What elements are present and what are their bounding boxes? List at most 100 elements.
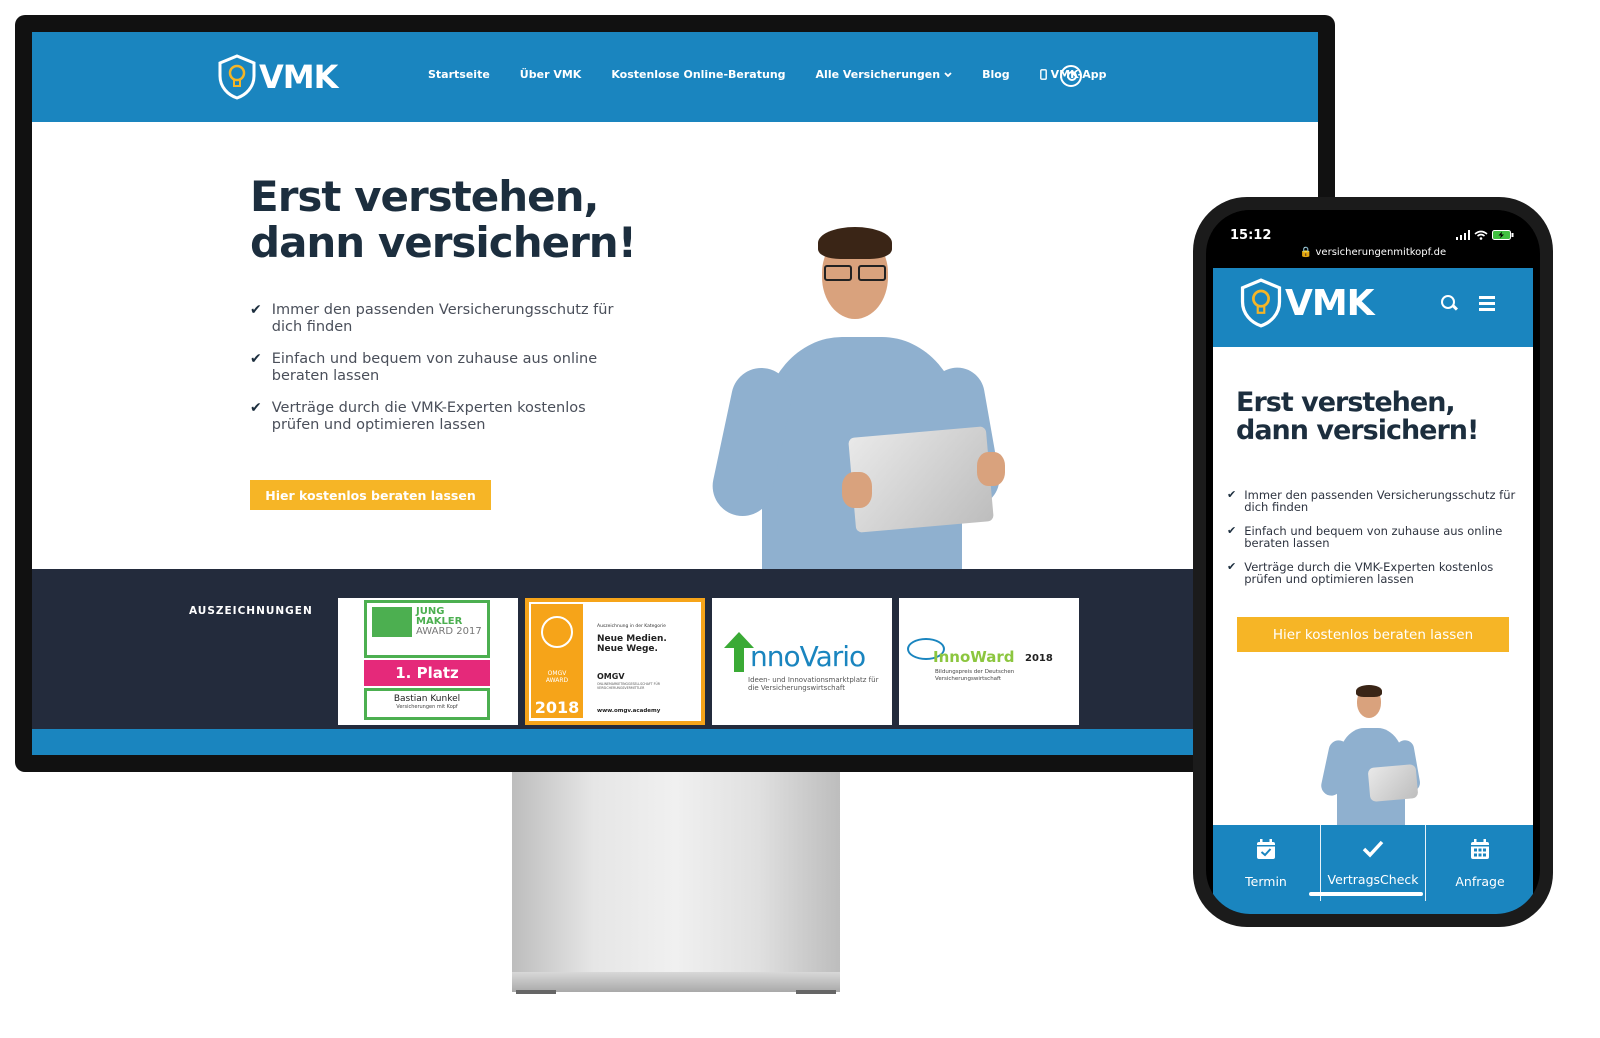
cta-button[interactable]: Hier kostenlos beraten lassen: [250, 480, 491, 510]
shield-bulb-icon: [218, 54, 256, 100]
site-header: VMK Startseite Über VMK Kostenlose Onlin…: [32, 32, 1318, 122]
search-icon[interactable]: [1441, 295, 1455, 309]
tab-anfrage[interactable]: Anfrage: [1427, 825, 1533, 901]
hamburger-menu-icon[interactable]: [1479, 296, 1495, 311]
nav-item-alle-versicherungen-label: Alle Versicherungen: [815, 68, 941, 81]
badge-year: 2018: [534, 698, 580, 717]
monitor-stand: [512, 772, 840, 972]
benefit-text: Einfach und bequem von zuhause aus onlin…: [1244, 524, 1503, 550]
nav-item-startseite[interactable]: Startseite: [428, 68, 490, 81]
omgv-title-line: Neue Wege.: [597, 644, 658, 654]
jungmakler-emblem: [372, 607, 412, 637]
check-icon: ✔: [1227, 560, 1237, 573]
benefit-text: Immer den passenden Versicherungsschutz …: [271, 302, 614, 335]
battery-charging-icon: [1492, 230, 1514, 240]
list-item: ✔ Verträge durch die VMK-Experten kosten…: [250, 400, 630, 433]
desktop-monitor: VMK Startseite Über VMK Kostenlose Onlin…: [15, 15, 1335, 772]
hero-title-line-2: dann versichern!: [1236, 415, 1479, 446]
list-item: ✔ Immer den passenden Versicherungsschut…: [250, 302, 630, 335]
list-item: ✔ Einfach und bequem von zuhause aus onl…: [250, 351, 630, 384]
omgv-caption: Auszeichnung in der Kategorie: [597, 624, 666, 629]
check-icon: ✔: [1227, 524, 1237, 537]
benefit-list: ✔ Immer den passenden Versicherungsschut…: [1227, 489, 1527, 597]
check-icon: ✔: [1227, 488, 1237, 501]
tab-vertragscheck[interactable]: VertragsCheck: [1320, 825, 1426, 901]
innoward-tag: Bildungspreis der Deutschen Versicherung…: [935, 669, 1015, 682]
hero-title-line-2: dann versichern!: [250, 218, 637, 267]
award-place: 1. Platz: [364, 660, 490, 686]
main-nav: Startseite Über VMK Kostenlose Online-Be…: [428, 68, 1137, 81]
award-jungmakler: JUNG MAKLER AWARD 2017 1. Platz Bastian …: [338, 598, 518, 725]
nav-item-blog[interactable]: Blog: [982, 68, 1010, 81]
chevron-down-icon: [944, 71, 952, 77]
cta-button[interactable]: Hier kostenlos beraten lassen: [1237, 617, 1509, 652]
calendar-check-icon: [1257, 838, 1275, 859]
signal-icon: [1456, 230, 1470, 240]
logo-text: VMK: [1285, 282, 1375, 324]
calendar-grid-icon: [1471, 838, 1489, 859]
check-icon: ✔: [250, 400, 262, 416]
phone-notch: [1293, 210, 1453, 238]
award-omgv: OMGV AWARD 2018 Auszeichnung in der Kate…: [525, 598, 705, 725]
omgv-org-sub: ONLINEMARKETINGGESELLSCHAFT FÜR VERSICHE…: [597, 682, 661, 690]
nav-item-online-beratung[interactable]: Kostenlose Online-Beratung: [611, 68, 785, 81]
site-logo[interactable]: VMK: [217, 54, 338, 100]
device-mockup-scene: VMK Startseite Über VMK Kostenlose Onlin…: [0, 0, 1600, 1038]
lock-icon: 🔒: [1299, 247, 1313, 258]
url-text: versicherungenmitkopf.de: [1315, 247, 1447, 258]
shield-bulb-icon: [1240, 278, 1282, 328]
mobile-header: VMK: [1213, 268, 1533, 347]
search-icon[interactable]: [1060, 65, 1082, 87]
mobile-phone: 15:12 🔒 versicherungenmitkopf.de VMK Ers…: [1193, 197, 1553, 927]
badge-top: OMGV: [547, 670, 567, 677]
innoward-brand: InnoWard: [933, 648, 1015, 666]
award-innoward: InnoWard 2018 Bildungspreis der Deutsche…: [899, 598, 1079, 725]
stand-foot: [516, 990, 556, 994]
awards-section: AUSZEICHNUNGEN JUNG MAKLER AWARD 2017 1.…: [32, 569, 1318, 729]
innoward-year: 2018: [1025, 653, 1053, 664]
award-innovario: nnoVario Ideen- und Innovationsmarktplat…: [712, 598, 892, 725]
footer-strip: [32, 729, 1318, 755]
phone-screen: 15:12 🔒 versicherungenmitkopf.de VMK Ers…: [1206, 210, 1540, 914]
wifi-icon: [1474, 230, 1488, 240]
benefit-list: ✔ Immer den passenden Versicherungsschut…: [250, 302, 630, 449]
graduation-cap-icon: [541, 616, 573, 648]
innovario-tag: Ideen- und Innovationsmarktplatz für die…: [748, 676, 879, 692]
benefit-text: Verträge durch die VMK-Experten kostenlo…: [271, 400, 586, 433]
hero-person-image: [1319, 682, 1423, 825]
browser-url[interactable]: 🔒 versicherungenmitkopf.de: [1206, 247, 1540, 258]
hero-title-line-1: Erst verstehen,: [1236, 387, 1456, 418]
nav-item-ueber-vmk[interactable]: Über VMK: [520, 68, 582, 81]
awards-label: AUSZEICHNUNGEN: [189, 605, 313, 617]
benefit-text: Immer den passenden Versicherungsschutz …: [1244, 488, 1516, 514]
omgv-org: OMGV: [597, 672, 625, 681]
check-icon: ✔: [250, 302, 262, 318]
hero-title-line-1: Erst verstehen,: [250, 172, 599, 221]
monitor-stand-base: [512, 972, 840, 992]
stand-foot: [796, 990, 836, 994]
omgv-title-line: Neue Medien.: [597, 634, 667, 644]
benefit-text: Einfach und bequem von zuhause aus onlin…: [271, 351, 598, 384]
hero-person-image: [707, 217, 1022, 569]
checkmark-icon: [1362, 840, 1384, 858]
tab-label: Anfrage: [1455, 873, 1505, 889]
omgv-url: www.omgv.academy: [597, 708, 661, 714]
nav-item-alle-versicherungen[interactable]: Alle Versicherungen: [816, 68, 953, 81]
check-icon: ✔: [250, 351, 262, 367]
badge-mid: AWARD: [545, 677, 569, 684]
hero-title: Erst verstehen, dann versichern!: [250, 174, 710, 266]
benefit-text: Verträge durch die VMK-Experten kostenlo…: [1244, 560, 1494, 586]
bottom-tab-bar: Termin VertragsCheck Anfrage: [1213, 825, 1533, 914]
home-indicator: [1309, 892, 1423, 896]
award-line: AWARD 2017: [416, 626, 482, 637]
mobile-content: Erst verstehen, dann versichern! ✔ Immer…: [1213, 347, 1533, 825]
award-name: Bastian Kunkel: [393, 694, 461, 704]
desktop-screen: VMK Startseite Über VMK Kostenlose Onlin…: [32, 32, 1318, 755]
tab-termin[interactable]: Termin: [1213, 825, 1319, 901]
list-item: ✔ Verträge durch die VMK-Experten kosten…: [1227, 560, 1527, 586]
status-time: 15:12: [1230, 228, 1272, 243]
list-item: ✔ Einfach und bequem von zuhause aus onl…: [1227, 524, 1527, 550]
hero-title: Erst verstehen, dann versichern!: [1236, 389, 1526, 445]
mobile-logo[interactable]: VMK: [1239, 278, 1375, 328]
smartphone-icon: [1039, 69, 1047, 80]
